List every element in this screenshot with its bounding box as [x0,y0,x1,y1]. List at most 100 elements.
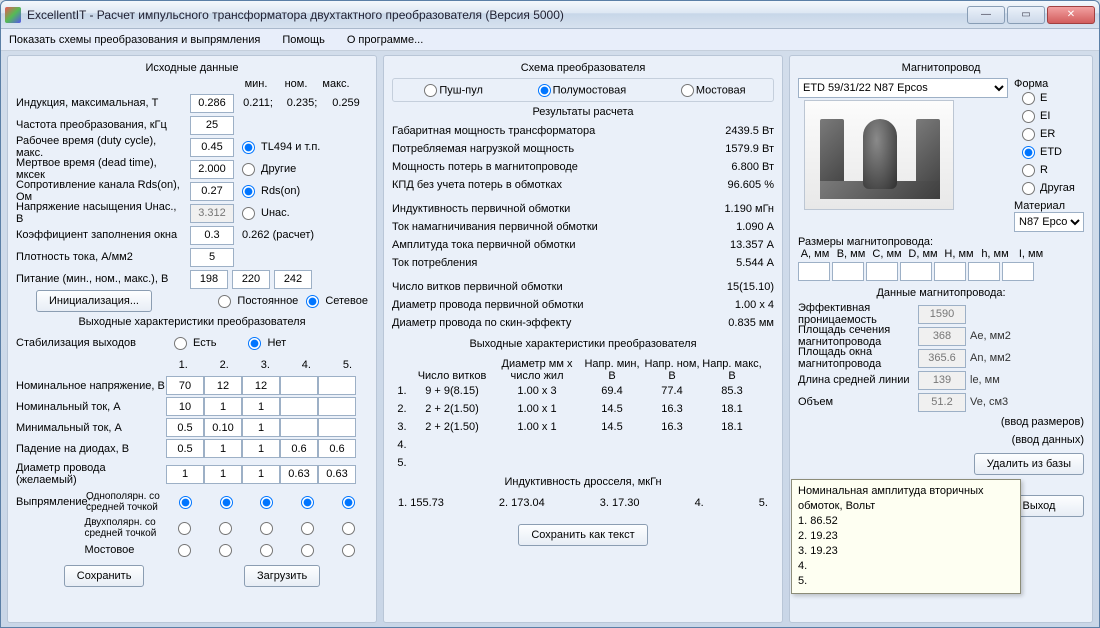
form-etd[interactable]: ETD [1018,144,1084,160]
duty-input[interactable] [190,138,234,157]
titlebar: ExcellentIT - Расчет импульсного трансфо… [1,1,1099,29]
form-e[interactable]: E [1018,90,1084,106]
usat-radio[interactable] [242,207,255,220]
dim-d[interactable] [900,262,932,281]
rect1-2[interactable] [220,496,233,509]
window-buttons: — ▭ ✕ [965,6,1095,24]
stab-no-radio[interactable] [248,337,261,350]
menu-help[interactable]: Помощь [282,34,325,46]
rect3-4[interactable] [301,544,314,557]
vd-3[interactable] [242,439,280,458]
form-ei[interactable]: EI [1018,108,1084,124]
rect2-3[interactable] [260,522,273,535]
supply-nom-input[interactable] [232,270,270,289]
rect3-3[interactable] [260,544,273,557]
dim-a[interactable] [798,262,830,281]
inom-3[interactable] [242,397,280,416]
app-icon [5,7,21,23]
sec-title: Выходные характеристики преобразователя [392,338,774,350]
vd-2[interactable] [204,439,242,458]
fill-label: Коэффициент заполнения окна [16,229,186,241]
rds-input[interactable] [190,182,234,201]
an-input [918,349,966,368]
imin-4[interactable] [280,418,318,437]
vnom-3[interactable] [242,376,280,395]
results-panel: Схема преобразователя Пуш-пул Полумостов… [383,55,783,623]
form-er[interactable]: ER [1018,126,1084,142]
vd-1[interactable] [166,439,204,458]
usat-input [190,204,234,223]
dw-5[interactable] [318,465,356,484]
vnom-label: Номинальное напряжение, В [16,380,166,392]
inom-4[interactable] [280,397,318,416]
rect2-5[interactable] [342,522,355,535]
menu-about[interactable]: О программе... [347,34,423,46]
full-bridge-option[interactable]: Мостовая [677,84,746,97]
inom-2[interactable] [204,397,242,416]
save-text-button[interactable]: Сохранить как текст [518,524,647,546]
form-other[interactable]: Другая [1018,180,1084,196]
menu-schemes[interactable]: Показать схемы преобразования и выпрямле… [9,34,260,46]
jdens-input[interactable] [190,248,234,267]
dim-b[interactable] [832,262,864,281]
tl494-radio[interactable] [242,141,255,154]
rds-label: Сопротивление канала Rds(on), Ом [16,179,186,203]
push-pull-option[interactable]: Пуш-пул [420,84,483,97]
vnom-1[interactable] [166,376,204,395]
le-input [918,371,966,390]
imin-5[interactable] [318,418,356,437]
init-button[interactable]: Инициализация... [36,290,152,312]
dw-2[interactable] [204,465,242,484]
rect2-2[interactable] [219,522,232,535]
fill-input[interactable] [190,226,234,245]
rect1-1[interactable] [179,496,192,509]
vd-4[interactable] [280,439,318,458]
dc-radio[interactable] [218,295,231,308]
supply-max-input[interactable] [274,270,312,289]
close-button[interactable]: ✕ [1047,6,1095,24]
induction-input[interactable] [190,94,234,113]
rect3-5[interactable] [342,544,355,557]
imin-1[interactable] [166,418,204,437]
form-r[interactable]: R [1018,162,1084,178]
dim-c[interactable] [866,262,898,281]
vnom-2[interactable] [204,376,242,395]
maximize-button[interactable]: ▭ [1007,6,1045,24]
stab-yes-radio[interactable] [174,337,187,350]
core-select[interactable]: ETD 59/31/22 N87 Epcos [798,78,1008,98]
delete-from-db-button[interactable]: Удалить из базы [974,453,1084,475]
half-bridge-option[interactable]: Полумостовая [534,84,627,97]
dw-3[interactable] [242,465,280,484]
other-radio[interactable] [242,163,255,176]
dead-input[interactable] [190,160,234,179]
rdson-radio[interactable] [242,185,255,198]
inom-5[interactable] [318,397,356,416]
dw-1[interactable] [166,465,204,484]
rect3-2[interactable] [219,544,232,557]
rect3-1[interactable] [178,544,191,557]
dim-i[interactable] [1002,262,1034,281]
rect1-4[interactable] [301,496,314,509]
rect1-3[interactable] [260,496,273,509]
dim-H[interactable] [934,262,966,281]
scheme-title: Схема преобразователя [392,62,774,74]
dw-4[interactable] [280,465,318,484]
material-select[interactable]: N87 Epcos [1014,212,1084,232]
rect2-1[interactable] [178,522,191,535]
imin-2[interactable] [204,418,242,437]
load-button[interactable]: Загрузить [244,565,320,587]
supply-min-input[interactable] [190,270,228,289]
dim-h[interactable] [968,262,1000,281]
minimize-button[interactable]: — [967,6,1005,24]
vnom-5[interactable] [318,376,356,395]
vnom-4[interactable] [280,376,318,395]
inom-1[interactable] [166,397,204,416]
rect1-5[interactable] [342,496,355,509]
vd-5[interactable] [318,439,356,458]
ac-radio[interactable] [306,295,319,308]
dwire-label: Диаметр провода (желаемый) [16,462,166,486]
rect2-4[interactable] [301,522,314,535]
save-button[interactable]: Сохранить [64,565,145,587]
freq-input[interactable] [190,116,234,135]
imin-3[interactable] [242,418,280,437]
